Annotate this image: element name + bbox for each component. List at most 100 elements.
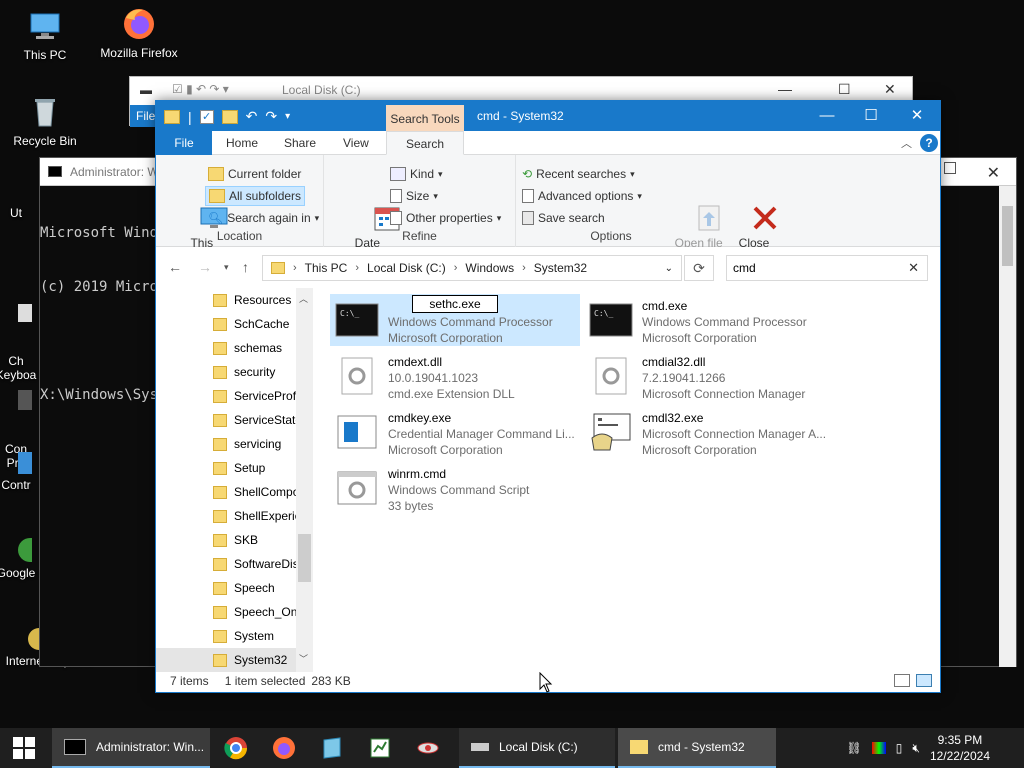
nav-item-folder[interactable]: Setup bbox=[156, 456, 313, 480]
tab-file[interactable]: File bbox=[156, 131, 212, 155]
tab-share[interactable]: Share bbox=[272, 131, 328, 155]
chevron-right-icon[interactable]: › bbox=[293, 262, 297, 274]
maximize-button[interactable]: ☐ bbox=[848, 101, 894, 131]
chevron-right-icon[interactable]: › bbox=[355, 262, 359, 274]
up-arrow-icon[interactable]: ↑ bbox=[242, 259, 249, 275]
folder-icon bbox=[213, 581, 227, 595]
nav-item-folder[interactable]: SchCache bbox=[156, 312, 313, 336]
help-icon[interactable]: ? bbox=[920, 134, 938, 152]
nav-item-folder[interactable]: SKB bbox=[156, 528, 313, 552]
file-item[interactable]: C:\_ cmd.exe Windows Command Processor Mic… bbox=[584, 294, 834, 346]
kind-button[interactable]: Kind ▾ bbox=[390, 164, 443, 184]
chevron-down-icon[interactable]: ⌄ bbox=[665, 263, 673, 274]
breadcrumb-system32[interactable]: System32 bbox=[534, 261, 587, 275]
other-properties-button[interactable]: Other properties ▾ bbox=[390, 208, 501, 228]
nav-scrollbar[interactable]: ︿ ﹀ bbox=[296, 288, 313, 672]
refresh-button[interactable]: ⟳ bbox=[684, 255, 714, 281]
desktop-icon-this-pc[interactable]: This PC bbox=[0, 8, 90, 62]
nav-item-folder[interactable]: Speech bbox=[156, 576, 313, 600]
taskbar-explorer-search[interactable]: cmd - System32 bbox=[618, 728, 776, 768]
taskbar-local-disk[interactable]: Local Disk (C:) bbox=[459, 728, 615, 768]
taskbar-firefox[interactable] bbox=[260, 728, 308, 768]
maximize-button[interactable] bbox=[944, 162, 956, 174]
chevron-down-icon: ▾ bbox=[433, 190, 438, 201]
address-bar[interactable]: › This PC › Local Disk (C:) › Windows › … bbox=[262, 255, 682, 281]
current-folder-button[interactable]: Current folder bbox=[208, 164, 301, 184]
scroll-up-icon[interactable]: ︿ bbox=[299, 292, 308, 305]
nav-item-folder[interactable]: ShellExperie bbox=[156, 504, 313, 528]
nav-item-folder[interactable]: servicing bbox=[156, 432, 313, 456]
back-arrow-icon[interactable]: ← bbox=[168, 259, 182, 275]
file-item[interactable]: cmdkey.exe Credential Manager Command Li.… bbox=[330, 406, 580, 458]
save-search-button[interactable]: Save search bbox=[522, 208, 605, 228]
explorer-titlebar[interactable]: | ✓ ↶ ↷ ▾ Search Tools cmd - System32 — … bbox=[156, 101, 940, 131]
close-button[interactable]: ✕ bbox=[894, 101, 940, 131]
desktop-icon-firefox[interactable]: Mozilla Firefox bbox=[94, 6, 184, 60]
taskbar-cmd[interactable]: Administrator: Win... bbox=[52, 728, 210, 768]
chevron-right-icon[interactable]: › bbox=[522, 262, 526, 274]
clear-search-icon[interactable]: ✕ bbox=[908, 260, 919, 276]
file-item[interactable]: winrm.cmd Windows Command Script 33 bytes bbox=[330, 462, 580, 514]
clock[interactable]: 9:35 PM 12/22/2024 bbox=[930, 732, 990, 764]
volume-icon[interactable]: 🔇︎ bbox=[912, 741, 920, 756]
file-list[interactable]: C:\_ Windows Command Processor Microsoft … bbox=[328, 294, 928, 664]
nav-item-folder[interactable]: schemas bbox=[156, 336, 313, 360]
rename-input[interactable]: sethc.exe bbox=[412, 295, 498, 313]
breadcrumb-this-pc[interactable]: This PC bbox=[305, 261, 348, 275]
large-icons-view-icon[interactable] bbox=[916, 674, 932, 687]
undo-icon[interactable]: ↶ bbox=[246, 108, 258, 125]
advanced-options-button[interactable]: Advanced options ▾ bbox=[522, 186, 642, 206]
recent-locations-icon[interactable]: ▾ bbox=[224, 262, 229, 273]
forward-arrow-icon[interactable]: → bbox=[198, 259, 212, 275]
close-button[interactable]: ✕ bbox=[987, 163, 1000, 183]
taskbar-chrome[interactable] bbox=[212, 728, 260, 768]
file-item[interactable]: cmdl32.exe Microsoft Connection Manager A… bbox=[584, 406, 834, 458]
file-item-cmd-exe-renaming[interactable]: C:\_ Windows Command Processor Microsoft … bbox=[330, 294, 580, 346]
nav-item-folder[interactable]: System bbox=[156, 624, 313, 648]
nav-item-folder[interactable]: security bbox=[156, 360, 313, 384]
color-icon[interactable] bbox=[871, 742, 886, 754]
nav-item-folder[interactable]: Resources bbox=[156, 288, 313, 312]
chevron-right-icon[interactable]: › bbox=[454, 262, 458, 274]
nav-item-folder[interactable]: ServiceProfi bbox=[156, 384, 313, 408]
scroll-down-icon[interactable]: ﹀ bbox=[299, 652, 308, 665]
breadcrumb-windows[interactable]: Windows bbox=[465, 261, 514, 275]
nav-item-folder[interactable]: ShellCompo bbox=[156, 480, 313, 504]
properties-icon[interactable]: ✓ bbox=[199, 109, 214, 124]
nav-item-folder[interactable]: Speech_One bbox=[156, 600, 313, 624]
collapse-ribbon-icon[interactable]: ︿ bbox=[901, 135, 912, 151]
close-button[interactable]: ✕ bbox=[884, 81, 896, 98]
file-item[interactable]: cmdext.dll 10.0.19041.1023 cmd.exe Extensi… bbox=[330, 350, 580, 402]
new-folder-icon[interactable] bbox=[221, 109, 238, 124]
tab-search[interactable]: Search bbox=[386, 131, 464, 155]
minimize-button[interactable]: — bbox=[778, 81, 792, 97]
size-button[interactable]: Size ▾ bbox=[390, 186, 438, 206]
all-subfolders-button[interactable]: All subfolders bbox=[205, 186, 306, 206]
nav-item-folder[interactable]: System32 bbox=[156, 648, 313, 672]
customize-dropdown-icon[interactable]: ▾ bbox=[285, 111, 290, 122]
usb-icon[interactable]: ▯ bbox=[896, 741, 903, 755]
maximize-button[interactable]: ☐ bbox=[838, 81, 851, 98]
details-view-icon[interactable] bbox=[894, 674, 910, 687]
search-again-button[interactable]: 🔍︎ Search again in ▾ bbox=[208, 208, 319, 228]
start-button[interactable] bbox=[0, 728, 48, 768]
taskbar-app[interactable] bbox=[404, 728, 452, 768]
network-icon[interactable]: ⛓ bbox=[847, 741, 862, 755]
cmd-scrollbar[interactable] bbox=[999, 186, 1016, 667]
desktop-icon-recycle-bin[interactable]: Recycle Bin bbox=[0, 94, 90, 148]
taskbar-app[interactable] bbox=[308, 728, 356, 768]
nav-item-folder[interactable]: ServiceState bbox=[156, 408, 313, 432]
redo-icon[interactable]: ↷ bbox=[265, 108, 277, 125]
recent-searches-button[interactable]: ⟲ Recent searches ▾ bbox=[522, 164, 635, 184]
scroll-thumb[interactable] bbox=[1002, 206, 1013, 266]
tab-home[interactable]: Home bbox=[214, 131, 270, 155]
taskbar-app[interactable] bbox=[356, 728, 404, 768]
file-item[interactable]: cmdial32.dll 7.2.19041.1266 Microsoft Conn… bbox=[584, 350, 834, 402]
navigation-pane[interactable]: Resources SchCache schemas security ServiceP… bbox=[156, 288, 313, 672]
breadcrumb-local-disk[interactable]: Local Disk (C:) bbox=[367, 261, 446, 275]
tab-view[interactable]: View bbox=[331, 131, 381, 155]
search-input[interactable]: cmd ✕ bbox=[726, 255, 928, 281]
minimize-button[interactable]: — bbox=[804, 101, 850, 131]
nav-item-folder[interactable]: SoftwareDis bbox=[156, 552, 313, 576]
scroll-thumb[interactable] bbox=[298, 534, 311, 582]
